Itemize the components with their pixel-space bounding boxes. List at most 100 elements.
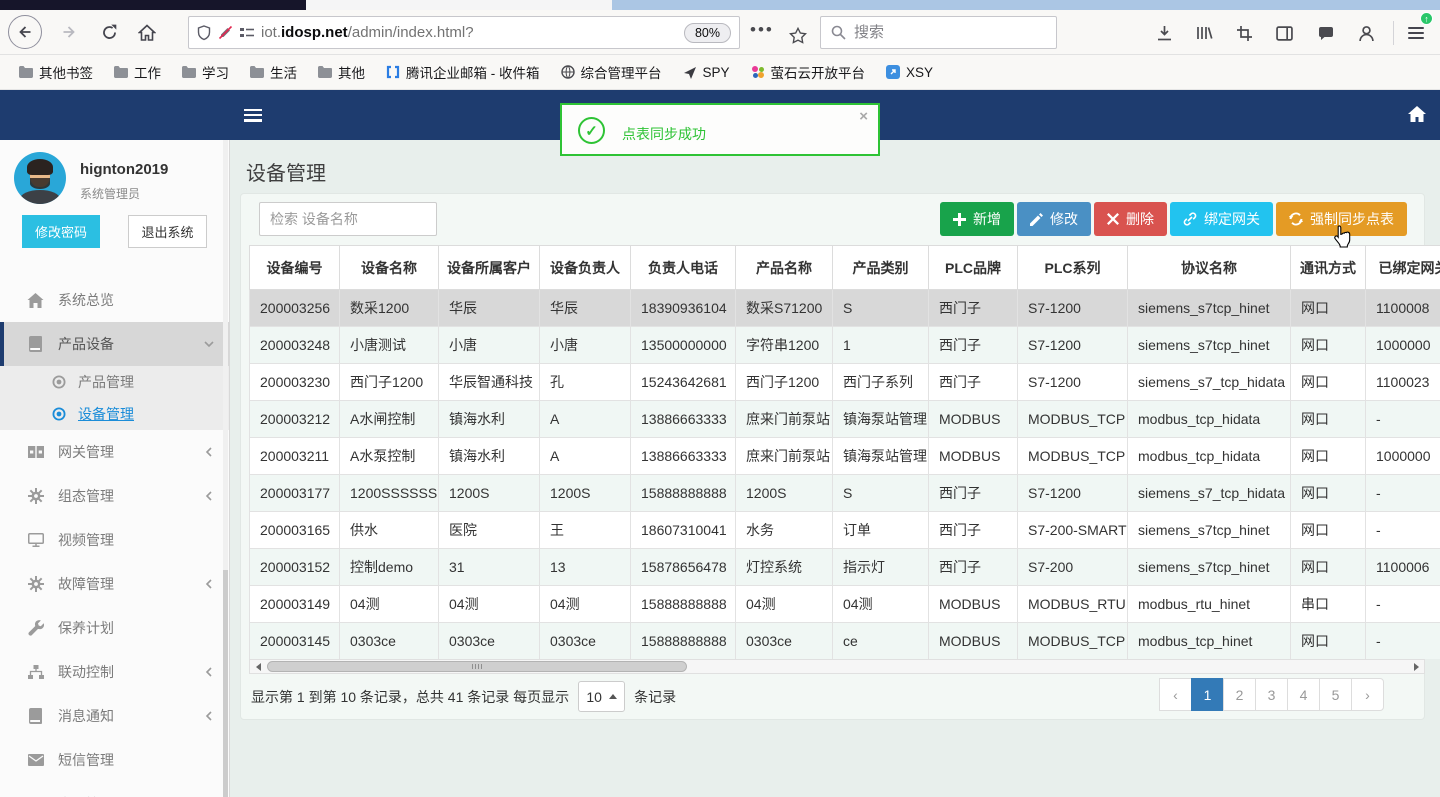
bookmark-item[interactable]: 工作 — [105, 59, 170, 85]
column-header[interactable]: 产品类别 — [832, 245, 929, 290]
page-actions-button[interactable]: ••• — [750, 20, 774, 40]
device-search-input[interactable] — [259, 202, 437, 236]
browser-search-box[interactable] — [820, 16, 1057, 49]
table-row[interactable]: 200003149 04测 04测 04测 15888888888 04测 04测 MODBU… — [249, 585, 1440, 623]
toolbar-button[interactable]: 删除 — [1094, 202, 1167, 236]
avatar[interactable] — [14, 152, 66, 204]
bookmark-item[interactable]: 其他书签 — [10, 59, 102, 85]
app-home-icon[interactable] — [1408, 106, 1426, 122]
scrollbar-thumb[interactable] — [267, 661, 687, 672]
table-row[interactable]: 200003165 供水 医院王 18607310041 水务 订单 西门子 S7-200-S… — [249, 511, 1440, 549]
tracking-blocked-icon[interactable] — [218, 25, 233, 40]
zoom-level-badge[interactable]: 80% — [683, 22, 731, 43]
page-size-select[interactable]: 10 — [578, 681, 626, 712]
logout-button[interactable]: 退出系统 — [128, 215, 207, 248]
toolbar-button[interactable]: 新增 — [940, 202, 1014, 236]
column-header[interactable]: 已绑定网关 — [1365, 245, 1440, 290]
sidebar-menu-item[interactable]: 消息通知 — [0, 694, 229, 738]
column-header[interactable]: 协议名称 — [1127, 245, 1291, 290]
column-header[interactable]: 设备所属客户 — [438, 245, 540, 290]
bookmark-item[interactable]: 学习 — [173, 59, 238, 85]
bookmark-item[interactable]: 综合管理平台 — [552, 59, 671, 85]
forward-button[interactable] — [52, 15, 86, 49]
column-header[interactable]: 设备负责人 — [539, 245, 631, 290]
home-button[interactable] — [130, 15, 164, 49]
bookmark-item[interactable]: XSY — [877, 62, 942, 83]
table-row[interactable]: 200003212 A水闸控制 镇海水利 A 13886663333 庶来门前泵站 镇海泵站… — [249, 400, 1440, 438]
sidebar-menu-item[interactable]: 视频管理 — [0, 518, 229, 562]
table-row[interactable]: 200003177 1200SSSSSS 1200S 1200S 15888888888… — [249, 474, 1440, 512]
toolbar-button[interactable]: 绑定网关 — [1170, 202, 1273, 236]
app-menu-icon[interactable]: ↑ — [1402, 12, 1433, 47]
sidebar-menu-item[interactable]: 大屏管理 — [0, 782, 229, 797]
page-button[interactable]: 3 — [1255, 678, 1288, 711]
column-header[interactable]: 设备名称 — [339, 245, 439, 290]
toolbar-button[interactable]: 强制同步点表 — [1276, 202, 1407, 236]
tab-strip-active-tab[interactable] — [306, 0, 612, 10]
library-icon[interactable] — [1190, 19, 1218, 47]
bookmark-item[interactable]: 腾讯企业邮箱 - 收件箱 — [377, 59, 549, 85]
submenu-item[interactable]: 设备管理 — [0, 398, 229, 430]
table-cell: 医院 — [438, 511, 540, 549]
table-cell: 西门子1200 — [339, 363, 439, 401]
bookmark-item[interactable]: 萤石云开放平台 — [742, 59, 875, 85]
table-row[interactable]: 200003152 控制demo 31 13 15878656478 灯控系统 指示灯 西门子… — [249, 548, 1440, 586]
sidebar-menu-item[interactable]: 联动控制 — [0, 650, 229, 694]
table-row[interactable]: 200003211 A水泵控制 镇海水利 A 13886663333 庶来门前泵站 镇海泵站… — [249, 437, 1440, 475]
column-header[interactable]: 通讯方式 — [1290, 245, 1366, 290]
sidebar-menu-item[interactable]: 故障管理 — [0, 562, 229, 606]
sidebar-menu-item[interactable]: 网关管理 — [0, 430, 229, 474]
submenu-item[interactable]: 产品管理 — [0, 366, 229, 398]
page-button[interactable]: 4 — [1287, 678, 1320, 711]
reload-button[interactable] — [92, 15, 126, 49]
table-row[interactable]: 200003230 西门子1200 华辰智通科技孔 15243642681 西门子120… — [249, 363, 1440, 401]
browser-search-input[interactable] — [854, 24, 1024, 41]
sidebar-menu-item[interactable]: 产品设备 — [0, 322, 229, 366]
shield-icon[interactable] — [197, 24, 211, 41]
column-header[interactable]: PLC系列 — [1017, 245, 1128, 290]
sidebar-menu-item[interactable]: 系统总览 — [0, 278, 229, 322]
table-row[interactable]: 200003145 0303ce 0303ce 0303ce 15888888888 03… — [249, 622, 1440, 659]
downloads-icon[interactable] — [1150, 19, 1178, 47]
sidebar-toggle-icon[interactable] — [1270, 19, 1298, 47]
sidebar-menu-item[interactable]: 短信管理 — [0, 738, 229, 782]
sidebar-collapse-icon[interactable] — [244, 106, 262, 124]
table-row[interactable]: 200003248 小唐测试 小唐 小唐 13500000000 字符串1200 1 西门子 S… — [249, 326, 1440, 364]
table-cell: 1200S — [438, 474, 540, 512]
bookmark-item[interactable]: 其他 — [309, 59, 374, 85]
wrench-icon — [26, 620, 45, 636]
column-header[interactable]: PLC品牌 — [928, 245, 1018, 290]
sidebar-menu-item[interactable]: 保养计划 — [0, 606, 229, 650]
column-header[interactable]: 设备编号 — [249, 245, 340, 290]
bookmark-star-icon[interactable] — [781, 19, 815, 53]
account-icon[interactable] — [1352, 19, 1380, 47]
toolbar-button[interactable]: 修改 — [1017, 202, 1091, 236]
column-header[interactable]: 产品名称 — [735, 245, 833, 290]
bookmark-item[interactable]: 生活 — [241, 59, 306, 85]
column-header[interactable]: 负责人电话 — [630, 245, 736, 290]
url-bar[interactable]: iot.idosp.net/admin/index.html? 80% — [188, 16, 740, 49]
page-button[interactable]: ‹ — [1159, 678, 1192, 711]
page-button[interactable]: 5 — [1319, 678, 1352, 711]
back-button[interactable] — [8, 15, 42, 49]
bookmark-item[interactable]: SPY — [674, 62, 739, 83]
permissions-icon[interactable] — [240, 27, 254, 39]
home-icon — [138, 23, 156, 41]
table-cell: 13 — [539, 548, 631, 586]
scroll-left-icon[interactable] — [251, 662, 265, 671]
crop-tool-icon[interactable] — [1230, 19, 1258, 47]
change-password-button[interactable]: 修改密码 — [22, 215, 100, 248]
table-row[interactable]: 200003256 数采1200 华辰 华辰 18390936104 数采S71200 S 西… — [249, 289, 1440, 327]
messages-bubble-icon[interactable] — [1312, 19, 1340, 47]
page-button[interactable]: 2 — [1223, 678, 1256, 711]
cross-icon — [1107, 213, 1119, 225]
sidebar-menu-item[interactable]: 组态管理 — [0, 474, 229, 518]
toast-close-icon[interactable]: × — [859, 108, 868, 125]
bookmark-label: 其他书签 — [39, 66, 93, 81]
sidebar-scrollbar[interactable] — [223, 140, 228, 797]
scroll-right-icon[interactable] — [1409, 662, 1423, 671]
page-button[interactable]: 1 — [1191, 678, 1224, 711]
page-button[interactable]: › — [1351, 678, 1384, 711]
plus-icon — [953, 212, 966, 226]
url-text[interactable]: iot.idosp.net/admin/index.html? — [261, 24, 677, 41]
